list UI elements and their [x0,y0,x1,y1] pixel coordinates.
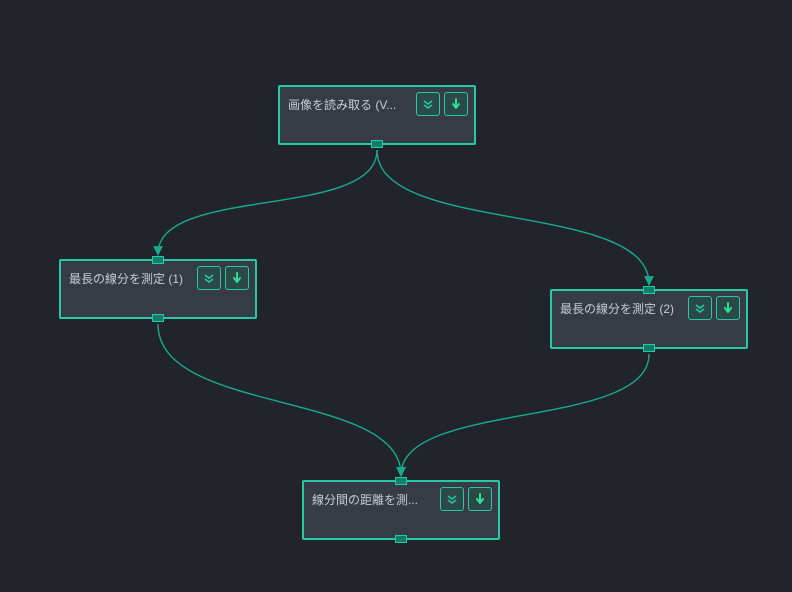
down-chevrons-icon[interactable] [688,296,712,320]
node-measure-longest-1[interactable]: 最長の線分を測定 (1) [59,259,257,319]
node-title: 最長の線分を測定 (1) [69,270,197,287]
input-port[interactable] [152,256,164,264]
edge [158,324,401,475]
edge [401,354,649,475]
down-arrow-icon[interactable] [716,296,740,320]
output-port[interactable] [643,344,655,352]
node-header: 線分間の距離を測... [304,482,498,511]
down-chevrons-icon[interactable] [416,92,440,116]
node-measure-distance[interactable]: 線分間の距離を測... [302,480,500,540]
down-arrow-icon[interactable] [468,487,492,511]
down-chevrons-icon[interactable] [197,266,221,290]
node-read-image[interactable]: 画像を読み取る (V... [278,85,476,145]
output-port[interactable] [395,535,407,543]
node-header: 最長の線分を測定 (2) [552,291,746,320]
node-graph-canvas[interactable]: 画像を読み取る (V... 最長の線分を測定 (1) [0,0,792,592]
node-title: 画像を読み取る (V... [288,96,416,113]
node-buttons [197,266,249,290]
edge [158,150,377,254]
input-port[interactable] [395,477,407,485]
down-arrow-icon[interactable] [444,92,468,116]
node-header: 画像を読み取る (V... [280,87,474,116]
output-port[interactable] [371,140,383,148]
node-title: 最長の線分を測定 (2) [560,300,688,317]
output-port[interactable] [152,314,164,322]
node-buttons [688,296,740,320]
node-measure-longest-2[interactable]: 最長の線分を測定 (2) [550,289,748,349]
node-title: 線分間の距離を測... [312,491,440,508]
edge [377,150,649,284]
node-buttons [440,487,492,511]
down-arrow-icon[interactable] [225,266,249,290]
node-header: 最長の線分を測定 (1) [61,261,255,290]
down-chevrons-icon[interactable] [440,487,464,511]
input-port[interactable] [643,286,655,294]
node-buttons [416,92,468,116]
